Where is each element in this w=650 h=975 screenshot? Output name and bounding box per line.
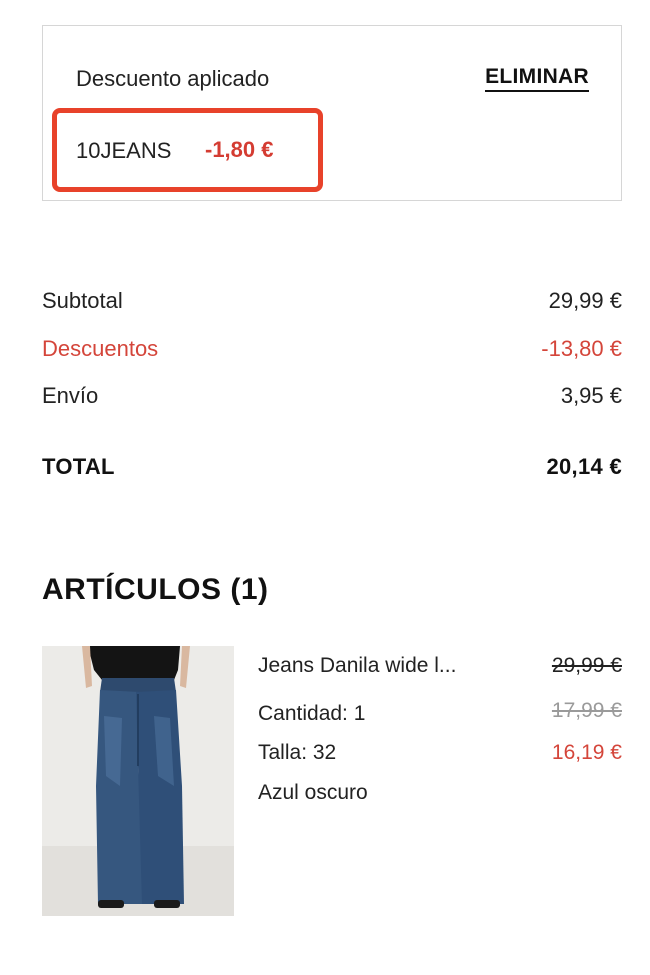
product-name[interactable]: Jeans Danila wide l... xyxy=(258,654,456,678)
product-original-price: 29,99 € xyxy=(551,654,622,677)
product-size: Talla: 32 xyxy=(258,741,337,764)
discounts-value: -13,80 € xyxy=(541,336,622,361)
product-previous-price: 17,99 € xyxy=(551,699,622,722)
subtotal-value: 29,99 € xyxy=(548,288,622,313)
discounts-row: Descuentos -13,80 € xyxy=(42,336,622,362)
discount-code: 10JEANS xyxy=(76,138,172,163)
discount-panel: Descuento aplicado ELIMINAR 10JEANS -1,8… xyxy=(42,25,622,201)
subtotal-row: Subtotal 29,99 € xyxy=(42,288,622,314)
product-final-price: 16,19 € xyxy=(551,741,622,764)
total-row: TOTAL 20,14 € xyxy=(42,454,622,480)
total-label: TOTAL xyxy=(42,454,115,479)
shipping-label: Envío xyxy=(42,383,99,408)
product-image[interactable] xyxy=(42,646,234,916)
shipping-row: Envío 3,95 € xyxy=(42,383,622,409)
product-color: Azul oscuro xyxy=(258,781,368,804)
subtotal-label: Subtotal xyxy=(42,288,123,313)
jeans-photo-icon xyxy=(42,646,234,916)
discount-code-amount: -1,80 € xyxy=(205,137,274,162)
discount-title: Descuento aplicado xyxy=(76,66,270,91)
items-section-title: ARTÍCULOS (1) xyxy=(42,573,269,606)
remove-discount-button[interactable]: ELIMINAR xyxy=(485,65,589,92)
total-value: 20,14 € xyxy=(546,454,622,479)
shipping-value: 3,95 € xyxy=(560,383,622,408)
product-quantity: Cantidad: 1 xyxy=(258,702,366,725)
discounts-label: Descuentos xyxy=(42,336,159,361)
